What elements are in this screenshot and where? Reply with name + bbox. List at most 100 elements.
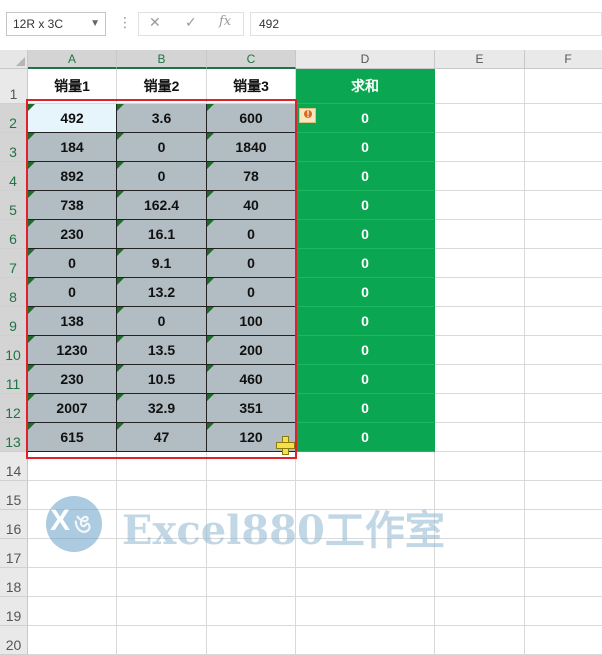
empty-cell[interactable]: [28, 568, 117, 597]
sum-cell[interactable]: 0: [296, 162, 435, 191]
row-header-8[interactable]: 8: [0, 278, 28, 307]
data-cell[interactable]: 600: [207, 104, 296, 133]
column-header-c[interactable]: C: [207, 50, 296, 69]
column-header-e[interactable]: E: [435, 50, 525, 69]
row-header-1[interactable]: 1: [0, 69, 28, 104]
data-cell[interactable]: 100: [207, 307, 296, 336]
enter-icon[interactable]: ✓: [185, 14, 197, 31]
data-cell[interactable]: 0: [207, 220, 296, 249]
empty-cell[interactable]: [435, 539, 525, 568]
empty-cell[interactable]: [525, 104, 602, 133]
empty-cell[interactable]: [435, 133, 525, 162]
empty-cell[interactable]: [525, 249, 602, 278]
empty-cell[interactable]: [435, 104, 525, 133]
data-cell[interactable]: 16.1: [117, 220, 207, 249]
empty-cell[interactable]: [117, 452, 207, 481]
more-icon[interactable]: ⋮: [118, 14, 132, 31]
row-header-20[interactable]: 20: [0, 626, 28, 655]
header-cell-b[interactable]: 销量2: [117, 69, 207, 104]
header-cell-d[interactable]: 求和: [296, 69, 435, 104]
column-header-b[interactable]: B: [117, 50, 207, 69]
row-header-14[interactable]: 14: [0, 452, 28, 481]
data-cell[interactable]: 0: [117, 307, 207, 336]
name-box[interactable]: 12R x 3C ▼: [6, 12, 106, 36]
empty-cell[interactable]: [525, 423, 602, 452]
row-header-11[interactable]: 11: [0, 365, 28, 394]
data-cell[interactable]: 230: [28, 365, 117, 394]
row-header-10[interactable]: 10: [0, 336, 28, 365]
row-header-15[interactable]: 15: [0, 481, 28, 510]
empty-cell[interactable]: [435, 69, 525, 104]
data-cell[interactable]: 200: [207, 336, 296, 365]
data-cell[interactable]: 0: [117, 133, 207, 162]
empty-cell[interactable]: [525, 539, 602, 568]
column-header-f[interactable]: F: [525, 50, 602, 69]
data-cell[interactable]: 9.1: [117, 249, 207, 278]
row-header-9[interactable]: 9: [0, 307, 28, 336]
empty-cell[interactable]: [525, 278, 602, 307]
select-all-corner[interactable]: [0, 50, 28, 69]
empty-cell[interactable]: [525, 626, 602, 655]
empty-cell[interactable]: [435, 365, 525, 394]
row-header-16[interactable]: 16: [0, 510, 28, 539]
empty-cell[interactable]: [525, 307, 602, 336]
row-header-6[interactable]: 6: [0, 220, 28, 249]
data-cell[interactable]: 47: [117, 423, 207, 452]
data-cell[interactable]: 2007: [28, 394, 117, 423]
data-cell[interactable]: 460: [207, 365, 296, 394]
row-header-2[interactable]: 2: [0, 104, 28, 133]
empty-cell[interactable]: [435, 568, 525, 597]
data-cell[interactable]: 184: [28, 133, 117, 162]
row-header-3[interactable]: 3: [0, 133, 28, 162]
data-cell[interactable]: 13.2: [117, 278, 207, 307]
data-cell[interactable]: 0: [28, 249, 117, 278]
empty-cell[interactable]: [435, 191, 525, 220]
empty-cell[interactable]: [435, 481, 525, 510]
column-header-a[interactable]: A: [28, 50, 117, 69]
data-cell[interactable]: 492: [28, 104, 117, 133]
empty-cell[interactable]: [28, 452, 117, 481]
sum-cell[interactable]: 0: [296, 133, 435, 162]
data-cell[interactable]: 78: [207, 162, 296, 191]
data-cell[interactable]: 0: [117, 162, 207, 191]
empty-cell[interactable]: [28, 597, 117, 626]
sum-cell[interactable]: 0: [296, 394, 435, 423]
sum-cell[interactable]: 0: [296, 220, 435, 249]
empty-cell[interactable]: [117, 568, 207, 597]
row-header-19[interactable]: 19: [0, 597, 28, 626]
column-header-d[interactable]: D: [296, 50, 435, 69]
sum-cell[interactable]: 0: [296, 278, 435, 307]
data-cell[interactable]: 13.5: [117, 336, 207, 365]
empty-cell[interactable]: [435, 423, 525, 452]
data-cell[interactable]: 40: [207, 191, 296, 220]
data-cell[interactable]: 10.5: [117, 365, 207, 394]
empty-cell[interactable]: [435, 307, 525, 336]
empty-cell[interactable]: [435, 597, 525, 626]
empty-cell[interactable]: [525, 481, 602, 510]
empty-cell[interactable]: [525, 510, 602, 539]
data-cell[interactable]: 32.9: [117, 394, 207, 423]
empty-cell[interactable]: [207, 452, 296, 481]
empty-cell[interactable]: [117, 597, 207, 626]
data-cell[interactable]: 351: [207, 394, 296, 423]
data-cell[interactable]: 3.6: [117, 104, 207, 133]
formula-input[interactable]: 492: [250, 12, 602, 36]
empty-cell[interactable]: [525, 365, 602, 394]
data-cell[interactable]: 1840: [207, 133, 296, 162]
empty-cell[interactable]: [525, 191, 602, 220]
empty-cell[interactable]: [207, 568, 296, 597]
empty-cell[interactable]: [525, 597, 602, 626]
data-cell[interactable]: 0: [28, 278, 117, 307]
empty-cell[interactable]: [435, 278, 525, 307]
data-cell[interactable]: 892: [28, 162, 117, 191]
empty-cell[interactable]: [525, 568, 602, 597]
sum-cell[interactable]: 0: [296, 104, 435, 133]
empty-cell[interactable]: [296, 597, 435, 626]
row-header-5[interactable]: 5: [0, 191, 28, 220]
empty-cell[interactable]: [296, 568, 435, 597]
row-header-18[interactable]: 18: [0, 568, 28, 597]
data-cell[interactable]: 0: [207, 278, 296, 307]
empty-cell[interactable]: [525, 69, 602, 104]
row-header-17[interactable]: 17: [0, 539, 28, 568]
empty-cell[interactable]: [296, 452, 435, 481]
